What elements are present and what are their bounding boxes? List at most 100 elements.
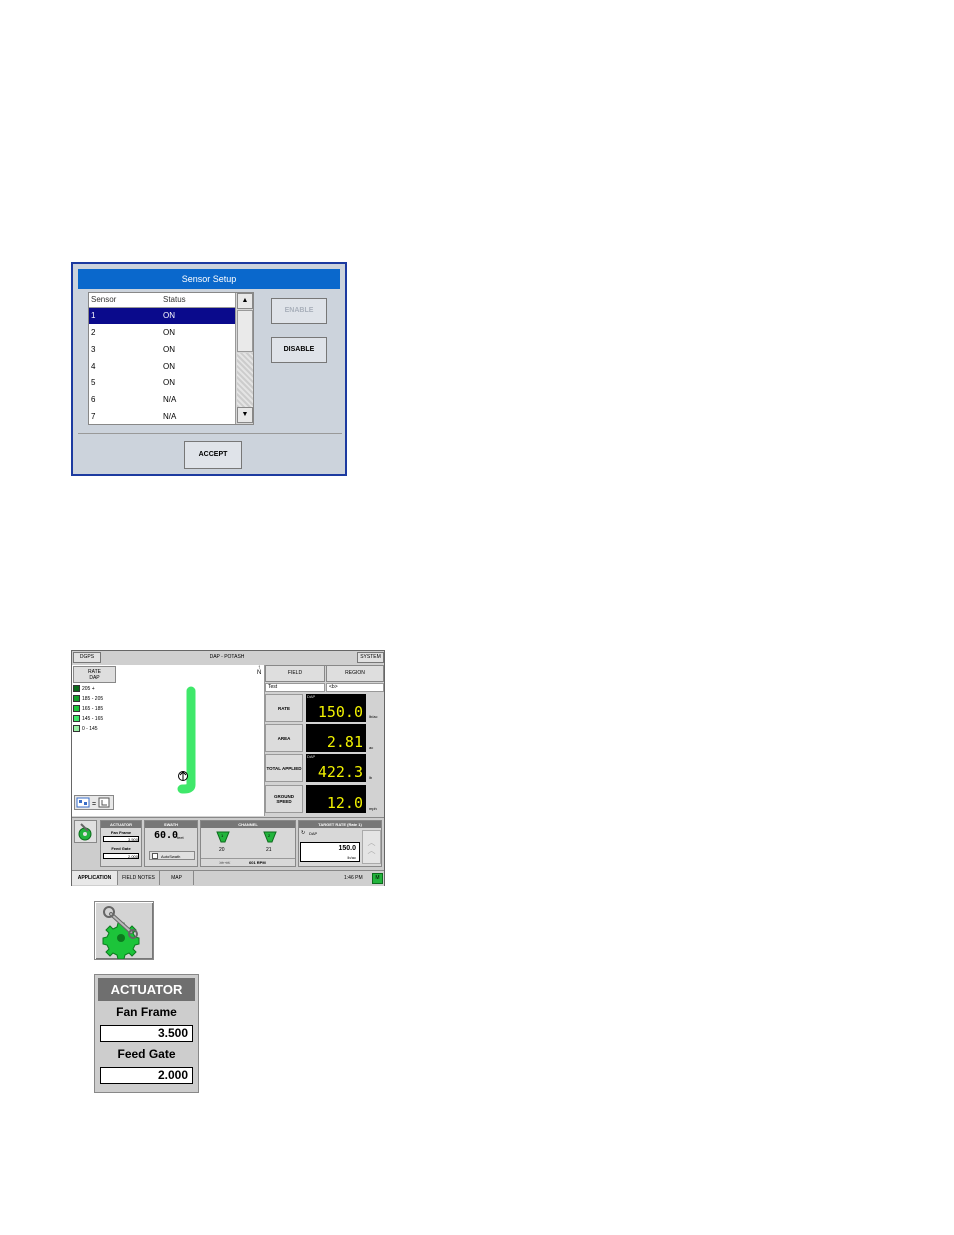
- application-screen: DGPS DAP - POTASH SYSTEM RATE DAP ↑ N 205…: [71, 650, 385, 886]
- scroll-up-arrow-icon[interactable]: ▲: [237, 293, 253, 309]
- sensor-status: N/A: [163, 412, 177, 421]
- rate-label: RATE: [265, 694, 303, 722]
- total-applied-display: DAP 422.3: [306, 754, 366, 782]
- sensor-status: ON: [163, 345, 175, 354]
- refresh-icon[interactable]: ↻: [301, 830, 305, 836]
- sensor-number: 3: [91, 345, 96, 354]
- sensor-status: ON: [163, 362, 175, 371]
- sensor-row[interactable]: 2 ON: [89, 325, 235, 341]
- spinner-status: ⋙⋘ 601 RPM: [201, 858, 295, 867]
- top-bar: DGPS DAP - POTASH SYSTEM: [72, 651, 384, 666]
- actuator-panel-enlarged[interactable]: ACTUATOR Fan Frame 3.500 Feed Gate 2.000: [94, 974, 199, 1093]
- legend-label: 165 - 185: [82, 706, 104, 712]
- enable-button[interactable]: ENABLE: [271, 298, 327, 324]
- tab-field-notes[interactable]: FIELD NOTES: [118, 871, 160, 885]
- column-header-sensor: Sensor: [91, 295, 117, 304]
- field-button[interactable]: FIELD: [265, 665, 325, 682]
- ground-speed-display: 12.0: [306, 785, 366, 813]
- total-applied-value: 422.3: [317, 763, 363, 781]
- autoswath-checkbox[interactable]: [152, 853, 158, 859]
- dialog-title: Sensor Setup: [78, 269, 340, 289]
- sensor-row[interactable]: 7 N/A: [89, 409, 235, 424]
- rate-display: DAP 150.0: [306, 694, 366, 722]
- feed-gate-value: 2.000: [103, 853, 139, 859]
- spinner-rpm: 601 RPM: [249, 860, 266, 865]
- scrollbar-thumb[interactable]: [237, 310, 253, 352]
- setup-button[interactable]: [74, 820, 97, 843]
- legend-swatch: [73, 725, 80, 732]
- channel-panel[interactable]: CHANNEL 1 2 20 21 ⋙⋘ 601 RPM: [200, 820, 296, 867]
- target-rate-field[interactable]: 150.0 lb/ac: [300, 842, 360, 862]
- channel-title: CHANNEL: [201, 821, 295, 828]
- sensor-row[interactable]: 6 N/A: [89, 392, 235, 408]
- rate-unit: lb/ac: [369, 714, 378, 719]
- actuator-panel[interactable]: ACTUATOR Fan Frame 3.500 Feed Gate 2.000: [100, 820, 142, 867]
- area-unit: ac: [369, 745, 374, 750]
- sensor-number: 1: [91, 311, 96, 320]
- tab-bar: APPLICATION FIELD NOTES MAP 1:46 PM M: [72, 870, 384, 886]
- swath-unit: feet: [177, 835, 184, 840]
- actuator-title: ACTUATOR: [98, 978, 195, 1001]
- legend-label: 145 - 165: [82, 716, 104, 722]
- field-value: Test: [265, 683, 325, 692]
- scrollbar-track[interactable]: [237, 353, 253, 407]
- swath-panel[interactable]: SWATH 60.0 feet AutoSwath: [144, 820, 198, 867]
- rate-button-product: DAP: [89, 675, 100, 681]
- sensor-list[interactable]: Sensor Status 1 ON 2 ON 3 ON 4 ON 5 ON 6…: [88, 292, 254, 425]
- column-header-status: Status: [163, 295, 186, 304]
- ground-speed-label: GROUND SPEED: [265, 785, 303, 813]
- sensor-row[interactable]: 5 ON: [89, 375, 235, 391]
- tab-application[interactable]: APPLICATION: [72, 871, 118, 885]
- legend-swatch: [73, 695, 80, 702]
- status-indicator[interactable]: M: [372, 873, 383, 884]
- control-panel: ACTUATOR Fan Frame 3.500 Feed Gate 2.000…: [72, 817, 384, 870]
- dialog-divider: [78, 433, 342, 434]
- scroll-down-arrow-icon[interactable]: ▼: [237, 407, 253, 423]
- channel-2-label: 2: [268, 833, 271, 838]
- sensor-row[interactable]: 4 ON: [89, 359, 235, 375]
- system-button[interactable]: SYSTEM: [357, 652, 384, 663]
- tab-map[interactable]: MAP: [160, 871, 194, 885]
- fan-frame-label: Fan Frame: [110, 830, 132, 835]
- target-rate-title: TARGET RATE (Rate 1): [299, 821, 381, 828]
- target-rate-panel[interactable]: TARGET RATE (Rate 1) ↻ DAP 150.0 lb/ac ︿…: [298, 820, 382, 867]
- rate-button[interactable]: RATE DAP: [73, 666, 116, 683]
- feed-gate-label: Feed Gate: [117, 1047, 176, 1061]
- sensor-number: 5: [91, 378, 96, 387]
- gear-wrench-icon: [78, 823, 92, 841]
- feed-gate-label: Feed Gate: [111, 846, 131, 851]
- feed-gate-value: 2.000: [100, 1067, 193, 1084]
- sensor-status: ON: [163, 328, 175, 337]
- autoswath-label: AutoSwath: [161, 854, 181, 859]
- sensor-list-scrollbar[interactable]: ▲ ▼: [235, 293, 253, 424]
- legend-label: 0 - 145: [82, 726, 98, 732]
- disable-button[interactable]: DISABLE: [271, 337, 327, 363]
- area-display: 2.81: [306, 724, 366, 752]
- accept-button[interactable]: ACCEPT: [184, 441, 242, 469]
- legend-swatch: [73, 705, 80, 712]
- region-button[interactable]: REGION: [326, 665, 384, 682]
- map-zoom-icon: =: [76, 797, 110, 808]
- sensor-setup-dialog: Sensor Setup Sensor Status 1 ON 2 ON 3 O…: [71, 262, 347, 476]
- legend-label: 185 - 205: [82, 696, 104, 702]
- sensor-list-header: Sensor Status: [89, 293, 235, 308]
- gear-wrench-icon: [102, 906, 140, 960]
- sensor-status: ON: [163, 378, 175, 387]
- sensor-number: 4: [91, 362, 96, 371]
- ground-speed-value: 12.0: [326, 794, 363, 812]
- rate-adjust-up-icon[interactable]: ︿ ︿: [362, 830, 381, 864]
- target-rate-product: DAP: [309, 831, 318, 836]
- sensor-status: N/A: [163, 395, 177, 404]
- coverage-map[interactable]: RATE DAP ↑ N 205 + 185 - 205 165 - 185 14…: [72, 665, 265, 816]
- legend-swatch: [73, 715, 80, 722]
- sensor-row[interactable]: 3 ON: [89, 342, 235, 358]
- dgps-button[interactable]: DGPS: [73, 652, 101, 663]
- channel-2-value: 21: [266, 847, 272, 853]
- sensor-number: 2: [91, 328, 96, 337]
- channel-1-label: 1: [221, 833, 224, 838]
- autoswath-toggle[interactable]: AutoSwath: [149, 851, 195, 860]
- sensor-row[interactable]: 1 ON: [89, 308, 235, 324]
- target-rate-value: 150.0: [338, 845, 356, 852]
- setup-button-enlarged[interactable]: [94, 901, 154, 960]
- map-view-toggle[interactable]: =: [74, 795, 114, 810]
